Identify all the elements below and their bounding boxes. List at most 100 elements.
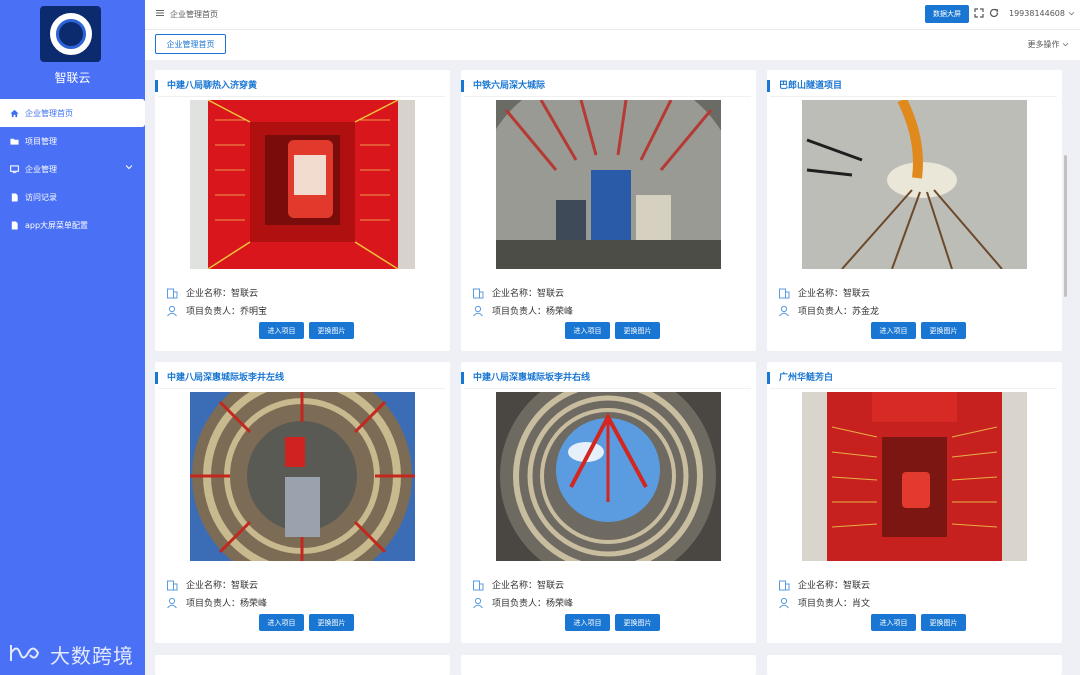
change-photo-button[interactable]: 更换图片 <box>921 322 966 339</box>
change-photo-button[interactable]: 更换图片 <box>615 614 660 631</box>
project-title: 中建八局深惠城际坂李井右线 <box>461 372 751 389</box>
red-shaft-photo <box>190 100 415 269</box>
sidebar-item-home[interactable]: 企业管理首页 <box>0 99 145 127</box>
user-icon <box>778 597 790 609</box>
chevron-down-icon <box>125 163 133 172</box>
manager-value: 苏金龙 <box>852 307 880 317</box>
sky-shaft-photo <box>496 392 721 561</box>
enter-project-button[interactable]: 进入项目 <box>565 322 610 339</box>
card-actions: 进入项目 更换图片 <box>871 614 966 631</box>
project-card: 中建八局聊热入济穿黄 企业名称： 智联云 项目负责人： 乔明宝 进入项目 更换图… <box>155 70 450 351</box>
project-title: 巴郎山隧道项目 <box>767 80 1057 97</box>
manager-row: 项目负责人： 杨荣峰 <box>472 596 573 609</box>
scrollbar[interactable] <box>1064 155 1067 297</box>
data-screen-button[interactable]: 数据大屏 <box>925 5 969 23</box>
project-card: 巴郎山隧道项目 企业名称： 智联云 项目负责人： 苏金龙 进入项目 更换图片 <box>767 70 1062 351</box>
card-actions: 进入项目 更换图片 <box>259 322 354 339</box>
project-title: 广州华鲢芳白 <box>767 372 1057 389</box>
sidebar-item-label: 企业管理 <box>25 164 57 174</box>
building-icon <box>472 579 484 591</box>
company-row: 企业名称： 智联云 <box>778 578 870 591</box>
change-photo-button[interactable]: 更换图片 <box>921 614 966 631</box>
ring-shaft-photo <box>190 392 415 561</box>
company-label: 企业名称： <box>186 581 232 591</box>
manager-row: 项目负责人： 苏金龙 <box>778 304 879 317</box>
more-operations-dropdown[interactable]: 更多操作 <box>1027 39 1069 50</box>
sidebar-item-projects[interactable]: 项目管理 <box>0 127 145 155</box>
company-value: 智联云 <box>843 581 871 591</box>
company-value: 智联云 <box>537 289 565 299</box>
change-photo-button[interactable]: 更换图片 <box>615 322 660 339</box>
company-value: 智联云 <box>843 289 871 299</box>
manager-value: 杨荣峰 <box>240 599 268 609</box>
user-menu[interactable]: 19938144608 <box>1009 9 1075 18</box>
manager-row: 项目负责人： 杨荣峰 <box>472 304 573 317</box>
tab-enterprise-home[interactable]: 企业管理首页 <box>155 34 226 54</box>
card-actions: 进入项目 更换图片 <box>565 322 660 339</box>
building-icon <box>166 287 178 299</box>
document-icon <box>10 220 19 230</box>
building-icon <box>778 579 790 591</box>
brand-name: 智联云 <box>54 71 91 85</box>
project-card-partial <box>155 655 450 675</box>
manager-label: 项目负责人： <box>186 307 241 317</box>
sidebar-item-access-log[interactable]: 访问记录 <box>0 183 145 211</box>
building-icon <box>472 287 484 299</box>
company-row: 企业名称： 智联云 <box>472 286 564 299</box>
manager-value: 杨荣峰 <box>546 599 574 609</box>
sidebar-item-enterprise[interactable]: 企业管理 <box>0 155 145 183</box>
company-label: 企业名称： <box>798 581 844 591</box>
manager-label: 项目负责人： <box>798 307 853 317</box>
change-photo-button[interactable]: 更换图片 <box>309 614 354 631</box>
project-title: 中建八局深惠城际坂李井左线 <box>155 372 445 389</box>
folder-icon <box>10 137 19 146</box>
hamburger-icon[interactable] <box>156 9 164 20</box>
project-grid: 中建八局聊热入济穿黄 企业名称： 智联云 项目负责人： 乔明宝 进入项目 更换图… <box>155 70 1062 675</box>
sidebar-item-label: 项目管理 <box>25 136 57 146</box>
enter-project-button[interactable]: 进入项目 <box>259 322 304 339</box>
refresh-icon[interactable] <box>989 8 999 21</box>
user-icon <box>778 305 790 317</box>
watermark: 大数跨境 <box>8 640 134 669</box>
company-label: 企业名称： <box>492 289 538 299</box>
manager-value: 肖文 <box>852 599 871 609</box>
enter-project-button[interactable]: 进入项目 <box>871 322 916 339</box>
fullscreen-icon[interactable] <box>974 8 984 21</box>
company-row: 企业名称： 智联云 <box>166 578 258 591</box>
manager-label: 项目负责人： <box>186 599 241 609</box>
company-value: 智联云 <box>231 289 259 299</box>
project-card: 中建八局深惠城际坂李井左线 企业名称： 智联云 项目负责人： 杨荣峰 进入项目 … <box>155 362 450 643</box>
manager-row: 项目负责人： 肖文 <box>778 596 870 609</box>
enter-project-button[interactable]: 进入项目 <box>565 614 610 631</box>
top-header: 企业管理首页 数据大屏 19938144608 <box>145 0 1080 29</box>
card-actions: 进入项目 更换图片 <box>871 322 966 339</box>
watermark-text: 大数跨境 <box>50 644 134 668</box>
tab-bar: 企业管理首页 更多操作 <box>145 29 1080 60</box>
company-row: 企业名称： 智联云 <box>472 578 564 591</box>
chevron-down-icon <box>1068 9 1075 18</box>
app-logo <box>40 6 101 62</box>
breadcrumb: 企业管理首页 <box>170 10 218 19</box>
home-icon <box>10 109 19 118</box>
card-actions: 进入项目 更换图片 <box>565 614 660 631</box>
manager-value: 乔明宝 <box>240 307 268 317</box>
sidebar-item-label: app大屏菜单配置 <box>25 220 89 230</box>
company-value: 智联云 <box>231 581 259 591</box>
enter-project-button[interactable]: 进入项目 <box>871 614 916 631</box>
project-title: 中铁六局深大城际 <box>461 80 751 97</box>
sidebar-item-app-menu-config[interactable]: app大屏菜单配置 <box>0 211 145 239</box>
sidebar-menu: 企业管理首页 项目管理 企业管理 访问记录 app大屏菜单配置 <box>0 99 145 239</box>
banner-shaft-photo <box>802 392 1027 561</box>
monitor-icon <box>10 164 19 174</box>
enter-project-button[interactable]: 进入项目 <box>259 614 304 631</box>
document-icon <box>10 192 19 202</box>
project-card-partial <box>461 655 756 675</box>
username: 19938144608 <box>1009 9 1065 18</box>
user-icon <box>166 597 178 609</box>
manager-row: 项目负责人： 杨荣峰 <box>166 596 267 609</box>
watermark-logo-icon <box>8 641 42 669</box>
change-photo-button[interactable]: 更换图片 <box>309 322 354 339</box>
sidebar: 智联云 企业管理首页 项目管理 企业管理 访问记录 app大屏菜单配置 大数跨境 <box>0 0 145 675</box>
company-label: 企业名称： <box>186 289 232 299</box>
more-operations-label: 更多操作 <box>1027 40 1060 49</box>
